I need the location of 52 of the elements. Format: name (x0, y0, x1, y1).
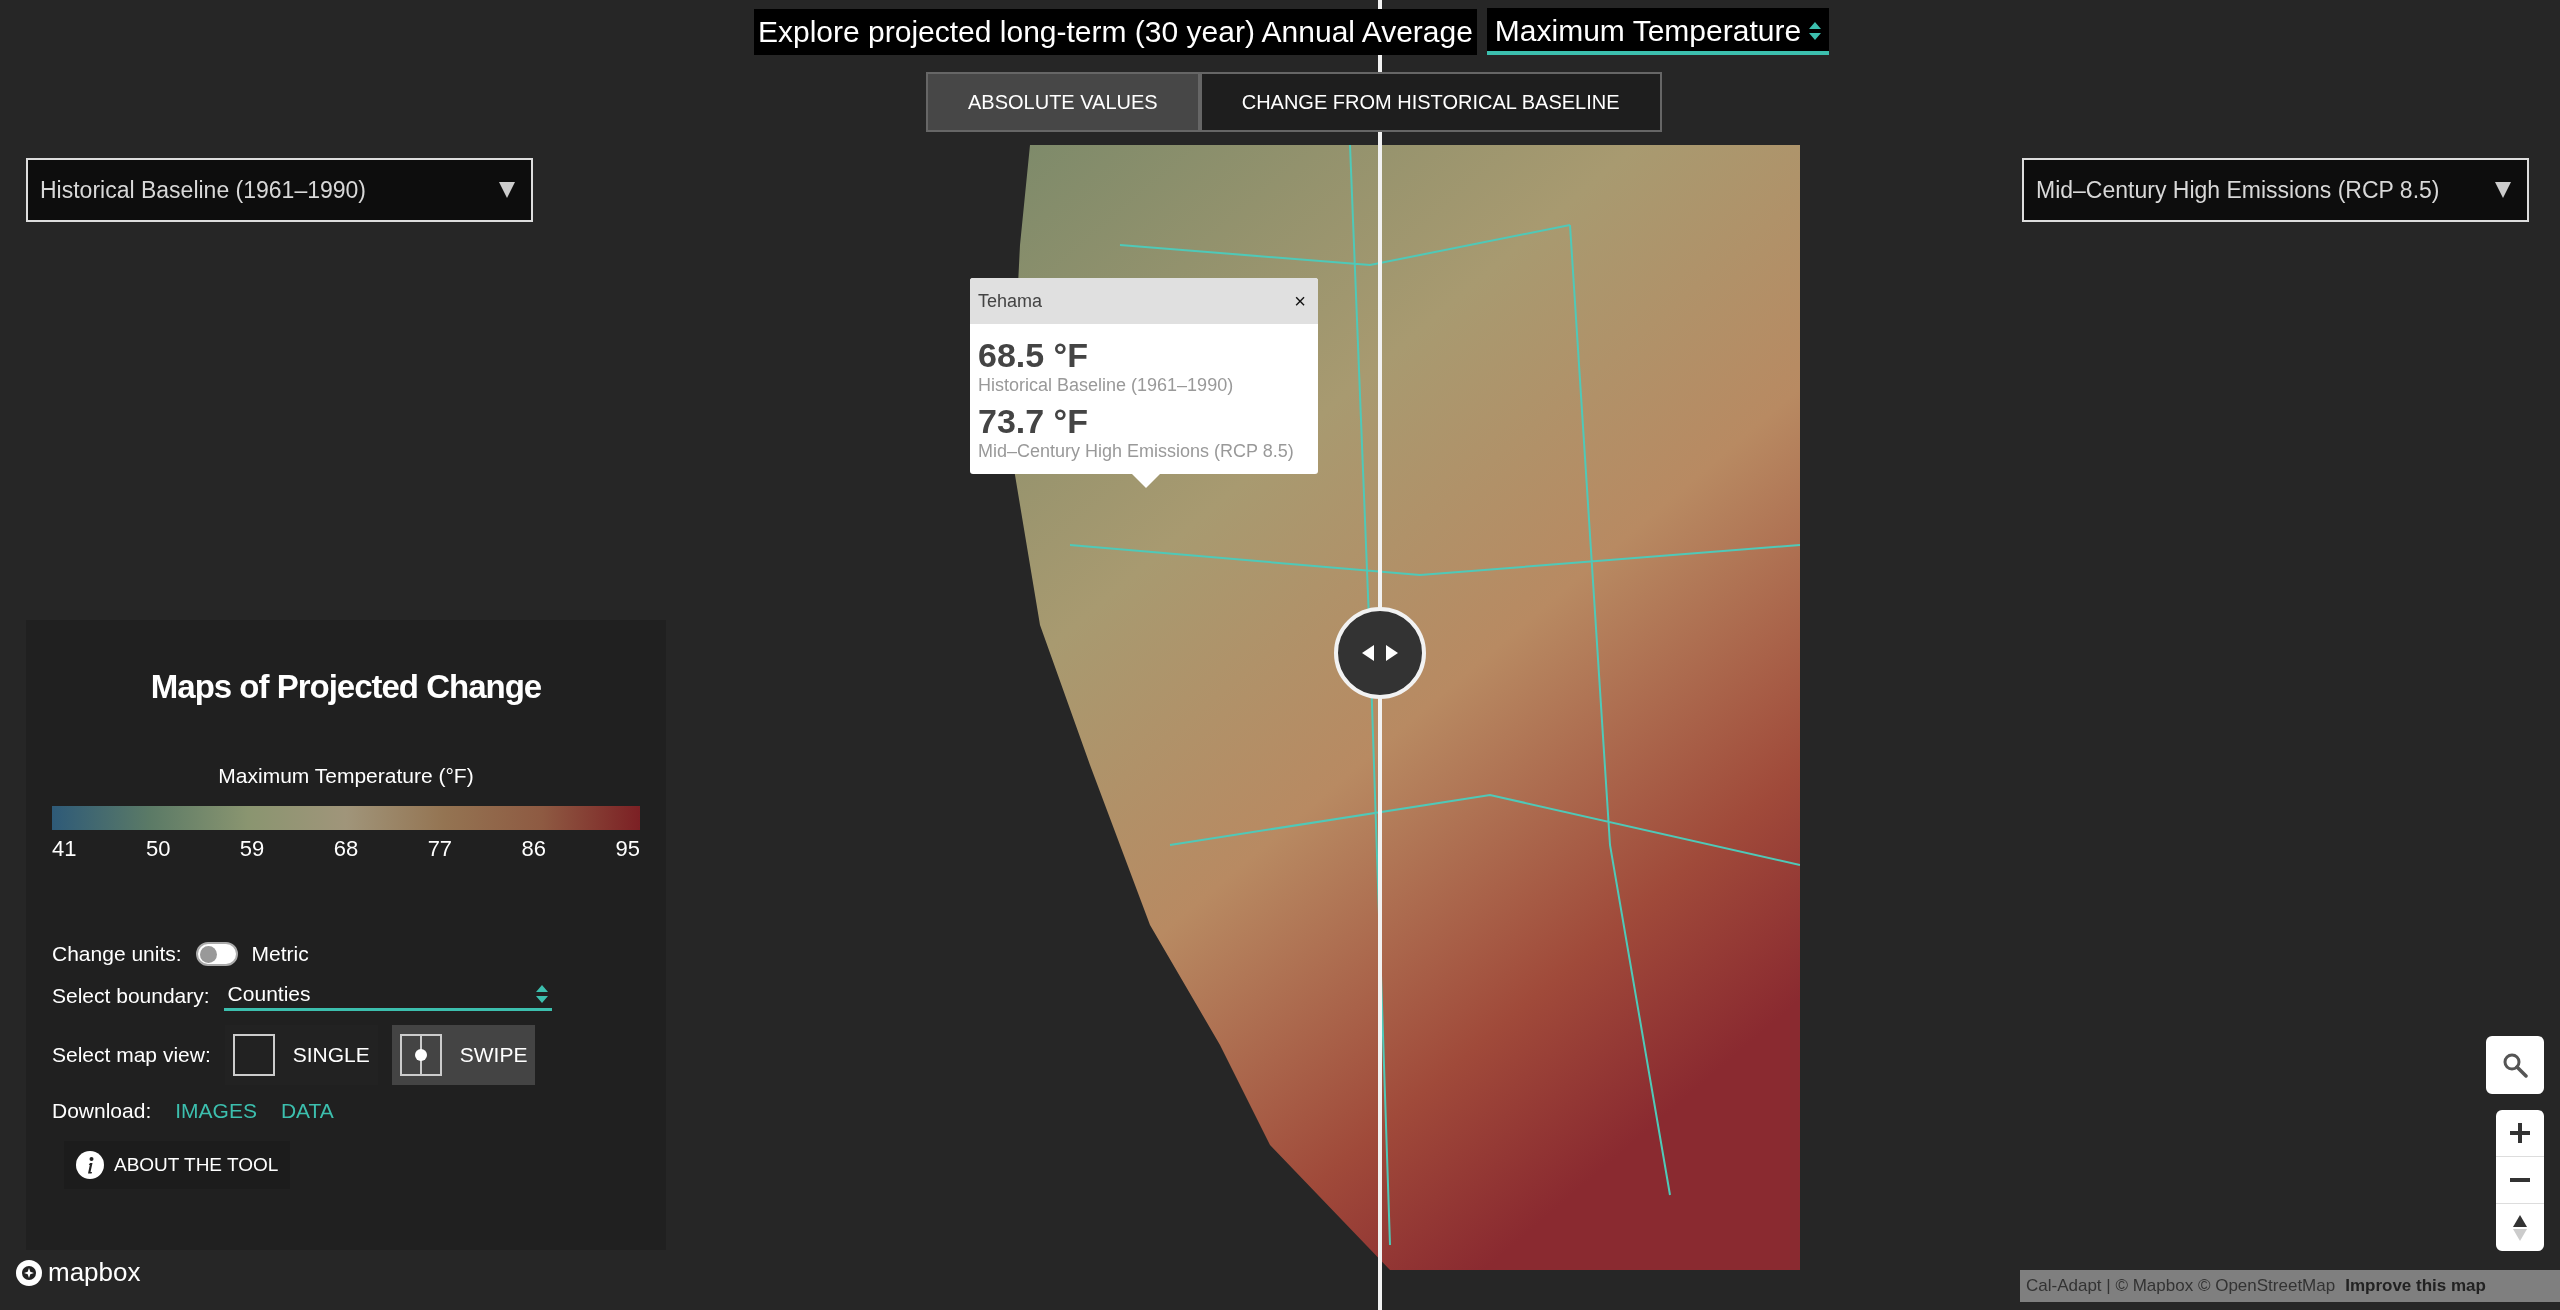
close-button[interactable]: × (1290, 289, 1310, 313)
square-icon (232, 1034, 275, 1076)
popup-pointer (1132, 474, 1160, 488)
arrows-icon (1360, 643, 1400, 663)
split-view-icon (399, 1034, 442, 1076)
compass-icon (2513, 1214, 2527, 1241)
legend-title: Maximum Temperature (°F) (217, 764, 475, 788)
scale-label: 41 (52, 836, 77, 862)
caret-icon (499, 182, 515, 198)
variable-value: Maximum Temperature (1494, 14, 1802, 48)
about-button[interactable]: ABOUT THE TOOL (64, 1141, 291, 1189)
plus-icon (2510, 1123, 2530, 1143)
attribution-text: Cal-Adapt | © Mapbox © OpenStreetMap (2026, 1276, 2336, 1296)
download-link[interactable]: IMAGES (175, 1099, 257, 1123)
scale-label: 59 (239, 836, 265, 862)
temperature-value: 73.7 °F (978, 402, 1089, 441)
search-icon (2502, 1052, 2528, 1078)
scale-label: 86 (521, 836, 546, 862)
units-toggle[interactable] (195, 942, 238, 966)
boundary-label: Select boundary: (52, 983, 210, 1008)
tab[interactable]: ABSOLUTE VALUES (926, 72, 1200, 132)
mapbox-logo-icon (14, 1257, 44, 1288)
panel-title: Maps of Projected Change (149, 668, 543, 706)
map-view-option[interactable]: SWIPE (391, 1025, 536, 1085)
map-view-label: Select map view: (52, 1043, 211, 1067)
county-name: Tehama (978, 290, 1043, 312)
boundary-select[interactable]: Counties (223, 980, 552, 1011)
download-label: Download: (52, 1099, 152, 1123)
units-option: Metric (251, 942, 309, 966)
temperature-value: 68.5 °F (978, 336, 1089, 375)
units-label: Change units: (52, 942, 182, 966)
header-title: Explore projected long-term (30 year) Annual Average (754, 8, 1477, 55)
variable-select[interactable]: Maximum Temperature (1486, 8, 1830, 55)
scenario-label: Mid–Century High Emissions (RCP 8.5) (978, 441, 1295, 462)
scale-label: 50 (145, 836, 171, 862)
caret-icon (2495, 182, 2511, 198)
info-icon (76, 1151, 104, 1179)
minus-icon (2510, 1178, 2530, 1182)
search-button[interactable] (2486, 1036, 2544, 1094)
scale-label: 77 (427, 836, 453, 862)
scenario-label: Historical Baseline (1961–1990) (978, 375, 1235, 396)
scale-label: 68 (333, 836, 359, 862)
map-background[interactable] (0, 0, 2560, 1310)
scenario-dropdown[interactable]: Mid–Century High Emissions (RCP 8.5) (2022, 158, 2529, 222)
logo-wordmark: mapbox (48, 1257, 141, 1288)
download-link[interactable]: DATA (280, 1099, 334, 1123)
sort-arrows-icon (1809, 22, 1822, 40)
tab[interactable]: CHANGE FROM HISTORICAL BASELINE (1199, 72, 1662, 132)
scale-label: 95 (615, 836, 640, 862)
scenario-dropdown[interactable]: Historical Baseline (1961–1990) (26, 158, 533, 222)
improve-map-link[interactable]: Improve this map (2345, 1276, 2486, 1296)
sort-arrows-icon (535, 985, 548, 1003)
